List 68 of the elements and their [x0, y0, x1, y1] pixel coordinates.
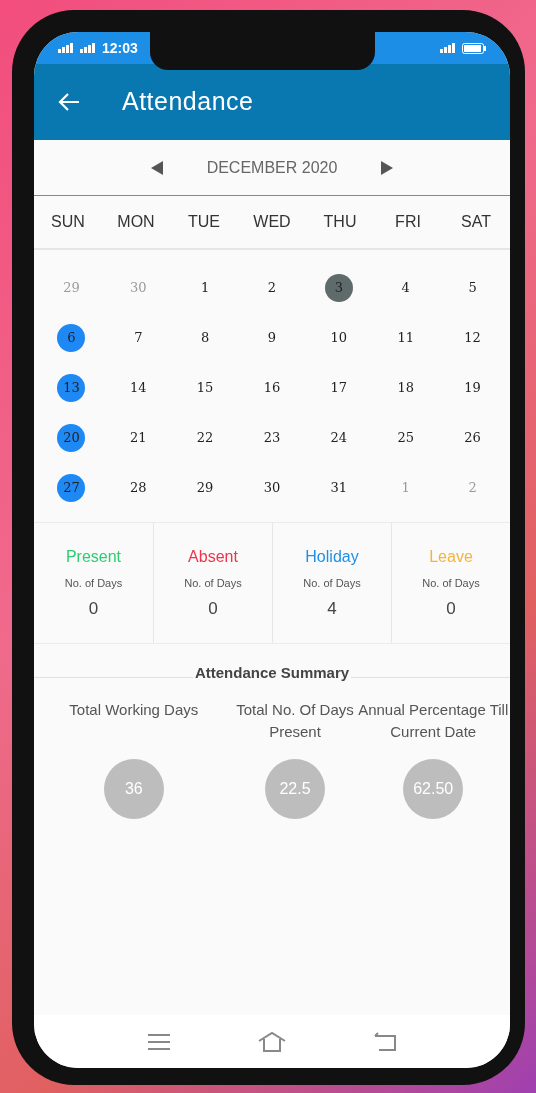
weekday-label: SUN	[51, 212, 85, 232]
signal-icon	[80, 43, 96, 53]
calendar-day[interactable]: 29	[191, 474, 220, 502]
calendar-day[interactable]: 10	[324, 324, 353, 352]
calendar-day[interactable]: 25	[391, 424, 420, 452]
calendar-day[interactable]: 15	[191, 374, 220, 402]
calendar-day[interactable]: 1	[191, 274, 220, 302]
calendar-day[interactable]: 24	[324, 424, 353, 452]
calendar-day[interactable]: 30	[258, 474, 286, 502]
calendar-day[interactable]: 8	[191, 324, 220, 352]
summary-value: 36	[103, 758, 164, 819]
calendar-day[interactable]: 28	[124, 474, 153, 502]
weekday-label: WED	[253, 212, 291, 232]
calendar-day[interactable]: 18	[391, 374, 420, 402]
calendar-day[interactable]: 31	[324, 474, 353, 502]
back-arrow-icon[interactable]	[58, 92, 80, 112]
status-time: 12:03	[102, 38, 138, 58]
calendar-day[interactable]: 20	[57, 424, 86, 452]
calendar-day[interactable]: 17	[324, 374, 353, 402]
calendar-day[interactable]: 21	[124, 424, 153, 452]
previous-month-icon[interactable]	[150, 160, 163, 175]
weekday-label: TUE	[188, 212, 220, 232]
stat-title: Absent	[188, 547, 238, 567]
screen-title: Attendance	[122, 86, 254, 118]
summary-value: 62.50	[403, 758, 464, 819]
calendar-day[interactable]: 23	[258, 424, 286, 452]
calendar-day[interactable]: 27	[57, 474, 86, 502]
stat-caption: No. of Days	[184, 576, 242, 591]
signal-icon	[58, 43, 74, 53]
back-icon[interactable]	[373, 1031, 397, 1052]
battery-icon	[462, 42, 486, 54]
calendar-day[interactable]: 26	[458, 424, 487, 452]
calendar-day[interactable]: 12	[458, 324, 487, 352]
stat-title: Present	[65, 547, 122, 567]
stat-caption: No. of Days	[64, 576, 123, 591]
home-icon[interactable]	[257, 1030, 287, 1053]
calendar-day[interactable]: 16	[258, 374, 286, 402]
calendar-day[interactable]: 4	[391, 274, 420, 302]
summary-value: 22.5	[265, 758, 325, 819]
stat-value: 4	[327, 597, 337, 620]
calendar-day[interactable]: 6	[57, 324, 86, 352]
stat-title: Leave	[429, 547, 473, 567]
calendar-day[interactable]: 19	[458, 374, 487, 402]
weekday-label: MON	[117, 212, 155, 232]
stat-caption: No. of Days	[303, 576, 361, 591]
weekday-label: THU	[323, 212, 357, 232]
calendar-day[interactable]: 2	[258, 274, 286, 302]
calendar-day[interactable]: 22	[191, 424, 220, 452]
weekday-label: SAT	[461, 212, 491, 232]
calendar-day[interactable]: 14	[124, 374, 153, 402]
calendar-day[interactable]: 7	[124, 324, 153, 352]
stat-value: 0	[208, 597, 218, 620]
signal-icon	[440, 43, 456, 53]
calendar-day[interactable]: 11	[391, 324, 420, 352]
stat-value: 0	[446, 597, 456, 620]
menu-icon[interactable]	[147, 1031, 171, 1052]
summary-label: Total No. Of Days Present	[235, 699, 355, 742]
summary-label: Total Working Days	[68, 699, 200, 720]
stat-value: 0	[88, 597, 99, 620]
next-month-icon[interactable]	[381, 160, 394, 175]
calendar-day[interactable]: 13	[57, 374, 86, 402]
calendar-day[interactable]: 5	[458, 274, 487, 302]
weekday-label: FRI	[395, 212, 421, 232]
summary-label: Annual Percentage Till Current Date	[357, 699, 510, 742]
stat-title: Holiday	[305, 547, 359, 567]
calendar-day[interactable]: 9	[258, 324, 286, 352]
month-label: DECEMBER 2020	[206, 157, 338, 178]
stat-caption: No. of Days	[422, 576, 480, 591]
